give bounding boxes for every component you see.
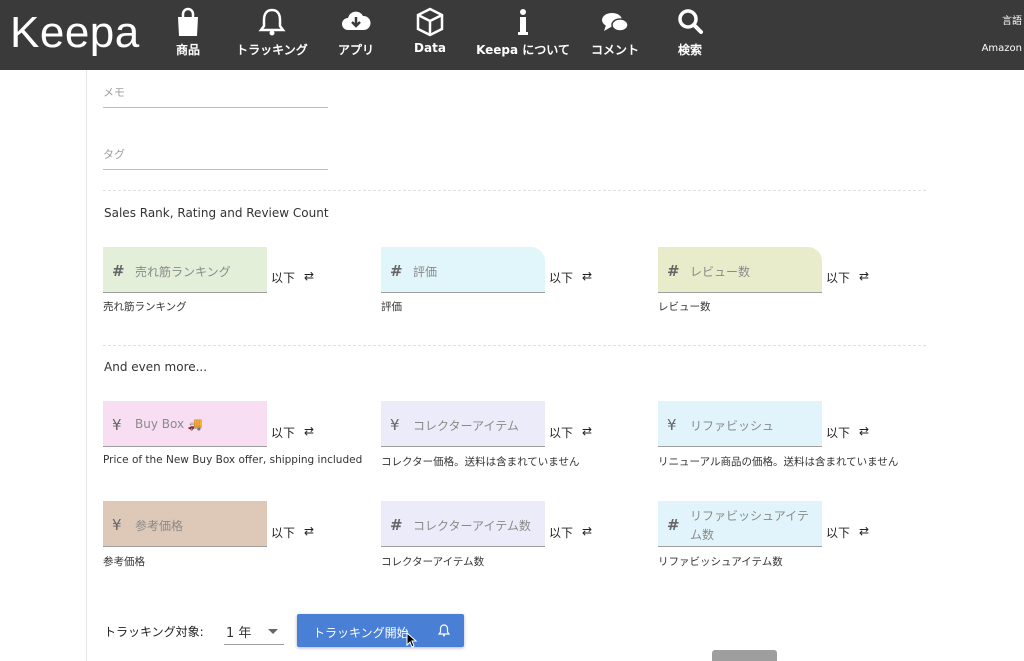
collector-placeholder: コレクターアイテム (413, 419, 519, 433)
memo-input[interactable]: メモ (103, 78, 328, 108)
swap-icon[interactable]: ⇄ (304, 524, 314, 538)
swap-icon[interactable]: ⇄ (859, 524, 869, 538)
refurbished-count-input[interactable]: # リファビッシュアイテム数 (658, 501, 822, 547)
nav-products-label: 商品 (175, 43, 200, 57)
content-left-border (86, 70, 87, 661)
collector-suffix: 以下 (549, 426, 574, 440)
swap-icon[interactable]: ⇄ (304, 269, 314, 283)
mouse-cursor-icon (406, 632, 418, 648)
video-timestamp-chip (712, 650, 777, 661)
swap-icon[interactable]: ⇄ (304, 424, 314, 438)
nav-data[interactable]: Data (412, 6, 448, 64)
tag-input[interactable]: タグ (103, 140, 328, 170)
start-tracking-button[interactable]: トラッキング開始 (297, 614, 464, 647)
sales-rank-caption: 売れ筋ランキング (103, 301, 187, 313)
tracking-period-value: 1 年 (226, 626, 252, 641)
collector-count-input[interactable]: # コレクターアイテム数 (381, 501, 545, 547)
review-count-placeholder: レビュー数 (690, 265, 751, 279)
hash-icon: # (667, 516, 680, 534)
reference-price-placeholder: 参考価格 (135, 519, 184, 533)
chat-bubbles-icon (602, 13, 629, 32)
yen-icon: ¥ (112, 516, 122, 534)
refurbished-count-suffix: 以下 (826, 526, 851, 540)
nav-search[interactable]: 検索 (670, 6, 710, 64)
nav-about-label: Keepa について (476, 43, 570, 57)
nav-apps-label: アプリ (337, 43, 374, 57)
refurbished-placeholder: リファビッシュ (690, 419, 775, 433)
review-count-caption: レビュー数 (658, 301, 711, 313)
reference-price-suffix: 以下 (271, 526, 296, 540)
hash-icon: # (112, 262, 125, 280)
nav-about[interactable]: Keepa について (474, 6, 572, 64)
top-nav-bar: Keepa 商品 トラッキング アプリ Data Keepa について コメント… (0, 0, 1024, 70)
nav-search-label: 検索 (677, 43, 702, 57)
section-divider (103, 190, 926, 191)
bell-icon (438, 624, 450, 637)
hash-icon: # (390, 516, 403, 534)
swap-icon[interactable]: ⇄ (859, 424, 869, 438)
nav-comments-label: コメント (590, 43, 639, 57)
shopping-bag-icon (178, 7, 198, 36)
refurbished-caption: リニューアル商品の価格。送料は含まれていません (658, 456, 899, 468)
reference-price-input[interactable]: ¥ 参考価格 (103, 501, 267, 547)
search-icon (678, 9, 703, 34)
yen-icon: ¥ (390, 416, 400, 434)
review-count-suffix: 以下 (826, 271, 851, 285)
swap-icon[interactable]: ⇄ (582, 524, 592, 538)
nav-comments[interactable]: コメント (586, 6, 644, 64)
nav-tracking-label: トラッキング (236, 43, 308, 57)
language-selector[interactable]: 言語 (1002, 12, 1022, 27)
buy-box-caption: Price of the New Buy Box offer, shipping… (103, 454, 363, 466)
hash-icon: # (390, 262, 403, 280)
swap-icon[interactable]: ⇄ (582, 424, 592, 438)
keepa-logo[interactable]: Keepa (10, 8, 140, 58)
rating-suffix: 以下 (549, 271, 574, 285)
sales-rank-input[interactable]: # 売れ筋ランキング (103, 247, 267, 293)
info-icon (518, 9, 528, 35)
section-title-sales-rank: Sales Rank, Rating and Review Count (104, 206, 329, 220)
buy-box-input[interactable]: ¥ Buy Box 🚚 (103, 401, 267, 447)
reference-price-caption: 参考価格 (103, 556, 145, 568)
rating-placeholder: 評価 (413, 265, 438, 279)
collector-count-caption: コレクターアイテム数 (381, 556, 485, 568)
start-tracking-label: トラッキング開始 (313, 626, 409, 640)
collector-count-suffix: 以下 (549, 526, 574, 540)
swap-icon[interactable]: ⇄ (859, 269, 869, 283)
refurbished-count-caption: リファビッシュアイテム数 (658, 556, 783, 568)
bell-icon (258, 8, 286, 36)
rating-input[interactable]: # 評価 (381, 247, 545, 293)
swap-icon[interactable]: ⇄ (582, 269, 592, 283)
sales-rank-placeholder: 売れ筋ランキング (135, 265, 231, 279)
rating-caption: 評価 (381, 301, 402, 313)
refurbished-input[interactable]: ¥ リファビッシュ (658, 401, 822, 447)
section-divider (103, 345, 926, 346)
nav-apps[interactable]: アプリ (334, 6, 378, 64)
collector-caption: コレクター価格。送料は含まれていません (381, 456, 580, 468)
yen-icon: ¥ (667, 416, 677, 434)
sales-rank-suffix: 以下 (271, 271, 296, 285)
buy-box-placeholder: Buy Box 🚚 (135, 417, 203, 431)
collector-input[interactable]: ¥ コレクターアイテム (381, 401, 545, 447)
buy-box-suffix: 以下 (271, 426, 296, 440)
hash-icon: # (667, 262, 680, 280)
nav-products[interactable]: 商品 (170, 6, 206, 64)
review-count-input[interactable]: # レビュー数 (658, 247, 822, 293)
amazon-domain-selector[interactable]: Amazon (982, 43, 1022, 54)
tracking-period-select[interactable]: 1 年 (224, 617, 284, 645)
nav-tracking[interactable]: トラッキング (230, 6, 314, 64)
section-title-even-more: And even more... (104, 360, 208, 374)
cloud-download-icon (342, 11, 371, 30)
chevron-down-icon (268, 629, 278, 634)
tracking-target-label: トラッキング対象: (104, 625, 204, 639)
cube-icon (416, 7, 444, 37)
yen-icon: ¥ (112, 416, 122, 434)
refurbished-count-placeholder: リファビッシュアイテム数 (690, 509, 809, 542)
collector-count-placeholder: コレクターアイテム数 (413, 519, 531, 533)
nav-data-label: Data (414, 41, 446, 55)
refurbished-suffix: 以下 (826, 426, 851, 440)
